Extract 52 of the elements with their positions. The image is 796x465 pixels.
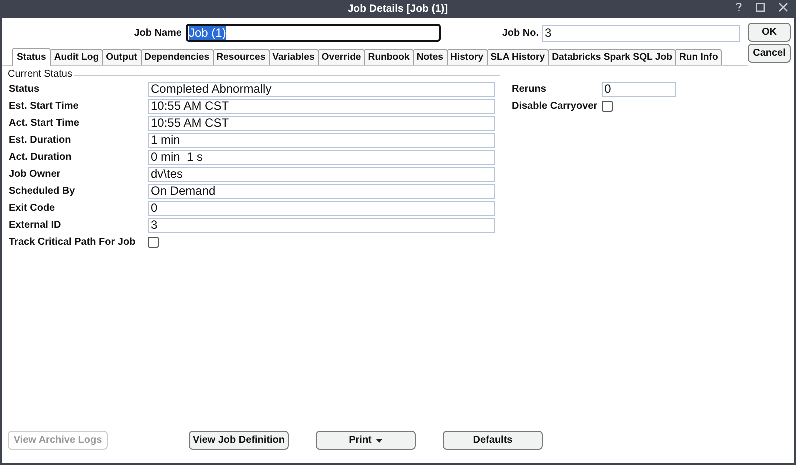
field-label: External ID — [9, 220, 62, 231]
field-label: Est. Start Time — [9, 101, 80, 112]
tab[interactable]: Audit Log — [50, 49, 104, 65]
tab[interactable]: Dependencies — [140, 49, 214, 65]
close-icon[interactable] — [779, 3, 788, 12]
checkbox[interactable] — [148, 237, 159, 248]
input-field[interactable]: 0 — [148, 201, 495, 216]
field-label: Job Owner — [9, 169, 62, 180]
tab[interactable]: Output — [102, 49, 142, 65]
dropdown-button[interactable]: Print — [316, 431, 416, 450]
field-label: Job No. — [502, 28, 540, 38]
action-button[interactable]: Defaults — [443, 431, 543, 450]
tab[interactable]: History — [446, 49, 488, 65]
window-title: Job Details [Job (1)] — [348, 3, 448, 15]
help-icon[interactable] — [736, 3, 742, 12]
field-label: Act. Duration — [9, 152, 73, 163]
field-label: Job Name — [134, 28, 182, 39]
field-label: Disable Carryover — [512, 101, 598, 112]
tab[interactable]: Override — [318, 49, 366, 65]
dialog-button[interactable]: OK — [748, 23, 791, 42]
input-field[interactable]: 0 — [602, 82, 676, 97]
maximize-icon[interactable] — [756, 3, 765, 12]
input-field[interactable]: 1 min — [148, 133, 495, 148]
field-label: Est. Duration — [9, 135, 72, 146]
dialog-button[interactable]: Cancel — [748, 44, 791, 63]
group-title: Current Status — [8, 69, 74, 80]
field-label: Exit Code — [9, 203, 56, 214]
tab[interactable]: Runbook — [364, 49, 414, 65]
checkbox[interactable] — [602, 101, 613, 112]
tab[interactable]: Databricks Spark SQL Job — [548, 49, 676, 65]
tab[interactable]: SLA History — [486, 49, 550, 65]
input-field[interactable]: On Demand — [148, 184, 495, 199]
input-field[interactable]: 10:55 AM CST — [148, 116, 495, 131]
input-field[interactable]: 3 — [542, 24, 740, 42]
caret-icon — [376, 438, 383, 442]
field-label: Reruns — [512, 84, 548, 95]
input-field[interactable]: 3 — [148, 218, 495, 233]
field-label: Status — [9, 84, 41, 95]
input-field[interactable]: 10:55 AM CST — [148, 99, 495, 114]
tab[interactable]: Status — [12, 48, 52, 66]
tab[interactable]: Resources — [212, 49, 270, 65]
tab[interactable]: Notes — [412, 49, 448, 65]
tab[interactable]: Variables — [268, 49, 319, 65]
input-field[interactable]: 0 min 1 s — [148, 150, 495, 165]
action-button[interactable]: View Job Definition — [189, 431, 289, 450]
field-label: Act. Start Time — [9, 118, 80, 129]
field-label: Track Critical Path For Job — [9, 237, 137, 248]
field-label: Scheduled By — [9, 186, 76, 197]
input-field[interactable]: dv\tes — [148, 167, 495, 182]
input-field[interactable]: Completed Abnormally — [148, 82, 495, 97]
input-field[interactable]: Job (1) — [186, 24, 441, 42]
tab[interactable]: Run Info — [675, 49, 722, 65]
